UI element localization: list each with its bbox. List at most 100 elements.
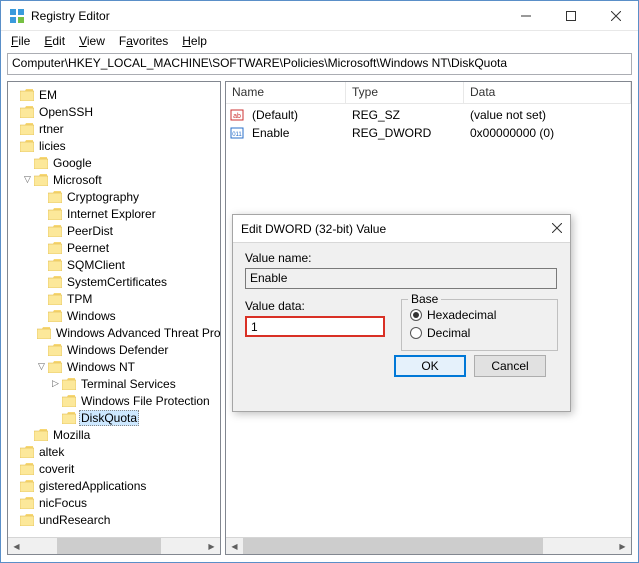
tree-item[interactable]: ▷ Terminal Services bbox=[8, 375, 220, 392]
tree-item[interactable]: Cryptography bbox=[8, 188, 220, 205]
menubar: File Edit View Favorites Help bbox=[1, 31, 638, 51]
folder-icon bbox=[34, 157, 48, 169]
list-row[interactable]: ab(Default)REG_SZ(value not set) bbox=[226, 106, 631, 124]
folder-icon bbox=[62, 378, 76, 390]
tree-item[interactable]: Peernet bbox=[8, 239, 220, 256]
tree-label: Windows Advanced Threat Protec bbox=[54, 326, 220, 340]
edit-dword-dialog: Edit DWORD (32-bit) Value Value name: En… bbox=[232, 214, 571, 412]
dialog-title: Edit DWORD (32-bit) Value bbox=[241, 222, 552, 236]
tree-label: SQMClient bbox=[65, 258, 127, 272]
tree-label: Terminal Services bbox=[79, 377, 178, 391]
tree-label: Internet Explorer bbox=[65, 207, 158, 221]
tree-item[interactable]: rtner bbox=[8, 120, 220, 137]
tree-hscroll[interactable]: ◀ ▶ bbox=[8, 537, 220, 554]
scroll-left-icon[interactable]: ◀ bbox=[8, 538, 25, 554]
tree-item[interactable]: Windows File Protection bbox=[8, 392, 220, 409]
tree-label: gisteredApplications bbox=[37, 479, 148, 493]
menu-file[interactable]: File bbox=[11, 34, 30, 48]
expander-icon[interactable]: ▷ bbox=[50, 378, 61, 389]
tree-item[interactable]: SQMClient bbox=[8, 256, 220, 273]
folder-icon bbox=[48, 208, 62, 220]
ok-button[interactable]: OK bbox=[394, 355, 466, 377]
radio-dec[interactable]: Decimal bbox=[410, 324, 549, 342]
tree-item[interactable]: Windows Defender bbox=[8, 341, 220, 358]
list-hscroll[interactable]: ◀ ▶ bbox=[226, 537, 631, 554]
tree-label: Windows Defender bbox=[65, 343, 170, 357]
expander-icon[interactable]: ▽ bbox=[36, 361, 47, 372]
scroll-left-icon[interactable]: ◀ bbox=[226, 538, 243, 554]
tree-label: Peernet bbox=[65, 241, 111, 255]
col-name[interactable]: Name bbox=[226, 82, 346, 103]
cell-data: 0x00000000 (0) bbox=[464, 126, 560, 140]
tree-label: Windows NT bbox=[65, 360, 137, 374]
folder-icon bbox=[34, 429, 48, 441]
app-icon bbox=[9, 8, 25, 24]
tree-item[interactable]: DiskQuota bbox=[8, 409, 220, 426]
tree-item[interactable]: Windows Advanced Threat Protec bbox=[8, 324, 220, 341]
tree-item[interactable]: licies bbox=[8, 137, 220, 154]
address-bar[interactable]: Computer\HKEY_LOCAL_MACHINE\SOFTWARE\Pol… bbox=[7, 53, 632, 75]
tree-item[interactable]: coverit bbox=[8, 460, 220, 477]
folder-icon bbox=[20, 480, 34, 492]
folder-icon bbox=[62, 395, 76, 407]
folder-icon bbox=[20, 140, 34, 152]
tree-item[interactable]: ▽Microsoft bbox=[8, 171, 220, 188]
scroll-right-icon[interactable]: ▶ bbox=[203, 538, 220, 554]
folder-icon bbox=[48, 276, 62, 288]
tree-label: undResearch bbox=[37, 513, 112, 527]
tree-item[interactable]: nicFocus bbox=[8, 494, 220, 511]
tree-item[interactable]: PeerDist bbox=[8, 222, 220, 239]
cell-name: (Default) bbox=[246, 108, 346, 122]
folder-icon bbox=[37, 327, 51, 339]
svg-text:011: 011 bbox=[232, 132, 242, 138]
cell-name: Enable bbox=[246, 126, 346, 140]
cell-data: (value not set) bbox=[464, 108, 552, 122]
minimize-button[interactable] bbox=[503, 1, 548, 30]
expander-icon[interactable]: ▽ bbox=[22, 174, 33, 185]
tree-item[interactable]: SystemCertificates bbox=[8, 273, 220, 290]
list-row[interactable]: 011EnableREG_DWORD0x00000000 (0) bbox=[226, 124, 631, 142]
menu-edit[interactable]: Edit bbox=[44, 34, 65, 48]
close-button[interactable] bbox=[593, 1, 638, 30]
scroll-right-icon[interactable]: ▶ bbox=[614, 538, 631, 554]
folder-icon bbox=[48, 310, 62, 322]
folder-icon bbox=[20, 89, 34, 101]
value-data-input[interactable] bbox=[245, 316, 385, 337]
maximize-button[interactable] bbox=[548, 1, 593, 30]
string-value-icon: ab bbox=[230, 108, 244, 122]
tree-label: OpenSSH bbox=[37, 105, 95, 119]
cell-type: REG_SZ bbox=[346, 108, 464, 122]
value-data-label: Value data: bbox=[245, 299, 389, 313]
folder-icon bbox=[20, 497, 34, 509]
radio-hex[interactable]: Hexadecimal bbox=[410, 306, 549, 324]
tree-label: altek bbox=[37, 445, 66, 459]
tree-item[interactable]: Internet Explorer bbox=[8, 205, 220, 222]
col-type[interactable]: Type bbox=[346, 82, 464, 103]
tree-label: Windows File Protection bbox=[79, 394, 212, 408]
tree-item[interactable]: undResearch bbox=[8, 511, 220, 528]
folder-icon bbox=[62, 412, 76, 424]
menu-help[interactable]: Help bbox=[182, 34, 207, 48]
folder-icon bbox=[48, 242, 62, 254]
value-name-label: Value name: bbox=[245, 251, 558, 265]
tree-label: Cryptography bbox=[65, 190, 141, 204]
tree-item[interactable]: TPM bbox=[8, 290, 220, 307]
menu-view[interactable]: View bbox=[79, 34, 105, 48]
dialog-close-icon[interactable] bbox=[552, 222, 562, 236]
col-data[interactable]: Data bbox=[464, 82, 631, 103]
tree-item[interactable]: Google bbox=[8, 154, 220, 171]
tree-item[interactable]: Windows bbox=[8, 307, 220, 324]
cancel-button[interactable]: Cancel bbox=[474, 355, 546, 377]
folder-icon bbox=[48, 361, 62, 373]
tree-item[interactable]: ▽ Windows NT bbox=[8, 358, 220, 375]
folder-icon bbox=[48, 293, 62, 305]
value-name-field[interactable]: Enable bbox=[245, 268, 557, 289]
folder-icon bbox=[48, 259, 62, 271]
tree-item[interactable]: EM bbox=[8, 86, 220, 103]
menu-favorites[interactable]: Favorites bbox=[119, 34, 168, 48]
tree-item[interactable]: Mozilla bbox=[8, 426, 220, 443]
tree-label: TPM bbox=[65, 292, 94, 306]
tree-item[interactable]: altek bbox=[8, 443, 220, 460]
tree-item[interactable]: gisteredApplications bbox=[8, 477, 220, 494]
tree-item[interactable]: OpenSSH bbox=[8, 103, 220, 120]
